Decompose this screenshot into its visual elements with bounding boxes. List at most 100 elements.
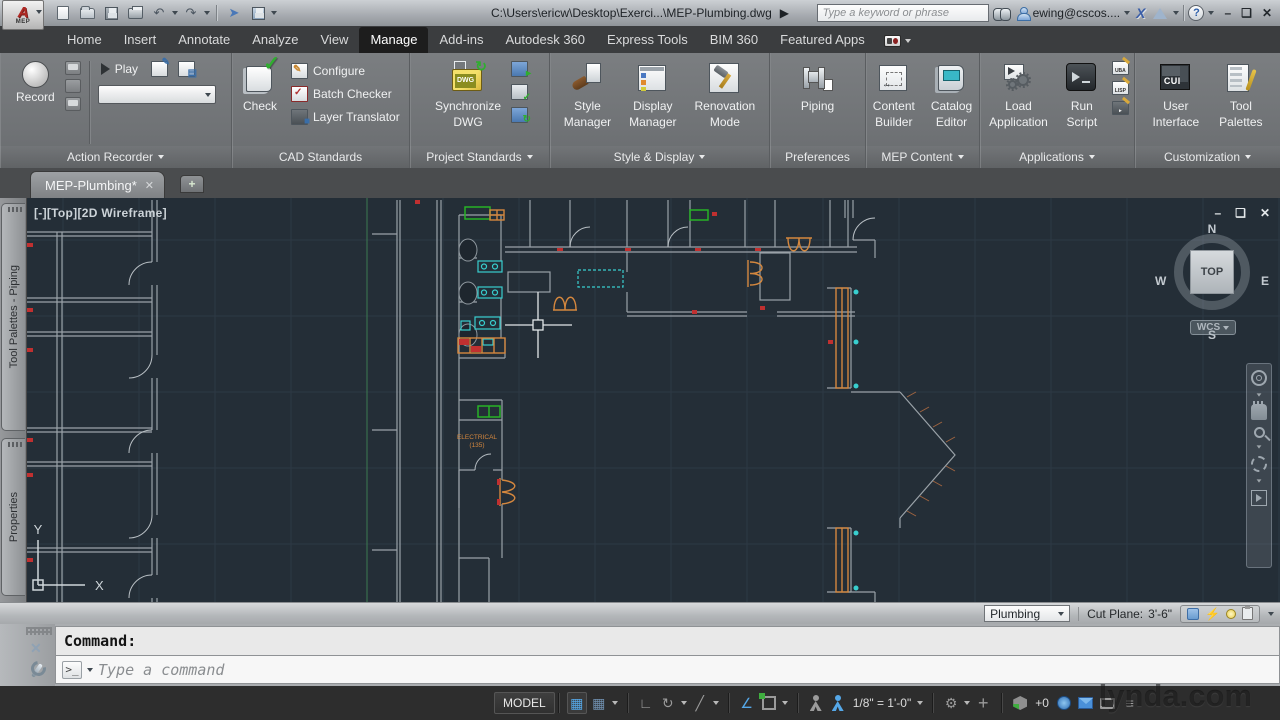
- drawing-canvas[interactable]: ELECTRICAL (135) Y X Tool Palettes - Pip…: [0, 198, 1280, 602]
- autodesk-360-icon[interactable]: [1153, 8, 1167, 19]
- steering-wheel-icon[interactable]: [1251, 370, 1267, 386]
- shaded-view-icon[interactable]: [1187, 608, 1199, 620]
- close-tab-icon[interactable]: ✕: [145, 179, 154, 192]
- panel-title-applications[interactable]: Applications: [980, 146, 1134, 168]
- tab-manage[interactable]: Manage: [359, 27, 428, 53]
- command-close-icon[interactable]: ✕: [30, 640, 42, 657]
- trusted-autodesk-message-icon[interactable]: [1076, 692, 1096, 714]
- load-application-button[interactable]: Load Application: [985, 59, 1052, 131]
- pan-icon[interactable]: [1251, 404, 1267, 420]
- configure-project-standards-icon[interactable]: ▸: [511, 61, 528, 77]
- tab-view[interactable]: View: [310, 27, 360, 53]
- redo-dropdown[interactable]: [204, 11, 210, 15]
- snap-dropdown-icon[interactable]: [612, 701, 618, 705]
- ribbon-display-icon[interactable]: [884, 35, 901, 47]
- view-cube[interactable]: N S W E TOP WCS: [1166, 226, 1258, 336]
- vp-close-button[interactable]: ✕: [1260, 206, 1270, 220]
- a360-dropdown[interactable]: [1173, 11, 1179, 15]
- workspace-switching-gear-icon[interactable]: ⚙: [941, 692, 961, 714]
- search-input[interactable]: [823, 7, 983, 19]
- customization-plus-icon[interactable]: +: [973, 692, 993, 714]
- qat-overflow-dropdown[interactable]: [271, 11, 277, 15]
- undo-button[interactable]: ↶: [148, 3, 170, 23]
- tab-featured-apps[interactable]: Featured Apps: [769, 27, 876, 53]
- command-drag-grip[interactable]: [26, 627, 52, 635]
- help-button[interactable]: ?: [1188, 5, 1204, 21]
- isometric-drafting-toggle[interactable]: ╱: [690, 692, 710, 714]
- polar-dropdown-icon[interactable]: [681, 701, 687, 705]
- record-button[interactable]: Record: [12, 59, 59, 106]
- preference-icon[interactable]: ✎: [151, 61, 168, 77]
- document-tab-mep-plumbing[interactable]: MEP-Plumbing* ✕: [30, 171, 165, 198]
- audit-project-icon[interactable]: ✓: [511, 84, 528, 100]
- model-space-button[interactable]: MODEL: [494, 692, 555, 714]
- play-button[interactable]: Play: [98, 61, 141, 77]
- run-vba-macro-icon[interactable]: ▸: [1112, 101, 1129, 115]
- zoom-icon[interactable]: [1254, 427, 1265, 438]
- open-file-button[interactable]: [76, 3, 98, 23]
- vba-editor-icon[interactable]: UBA: [1112, 61, 1129, 75]
- tab-analyze[interactable]: Analyze: [241, 27, 309, 53]
- viewcube-east[interactable]: E: [1261, 274, 1269, 288]
- sheet-set-button[interactable]: [247, 3, 269, 23]
- signed-in-user[interactable]: ewing@cscos....: [1033, 6, 1121, 20]
- tool-palettes-button[interactable]: Tool Palettes: [1215, 59, 1266, 131]
- vp-restore-button[interactable]: ❏: [1235, 206, 1246, 220]
- synchronize-dwg-button[interactable]: DWG↻ Synchronize DWG: [431, 59, 505, 131]
- tab-insert[interactable]: Insert: [113, 27, 168, 53]
- panel-title-action-recorder[interactable]: Action Recorder: [0, 146, 231, 168]
- live-section-icon[interactable]: ⚡: [1205, 607, 1220, 621]
- renovation-mode-button[interactable]: Renovation Mode: [691, 59, 760, 131]
- command-prompt-icon[interactable]: >_: [62, 661, 82, 679]
- configure-standards-button[interactable]: ✎ Configure: [288, 62, 403, 80]
- object-snap-toggle[interactable]: [759, 692, 779, 714]
- annotation-scale-value[interactable]: 1/8" = 1'-0": [850, 696, 915, 710]
- workspace-button[interactable]: ➤: [223, 3, 245, 23]
- save-button[interactable]: [100, 3, 122, 23]
- tab-bim-360[interactable]: BIM 360: [699, 27, 769, 53]
- catalog-editor-button[interactable]: Catalog Editor: [927, 59, 976, 131]
- exchange-apps-icon[interactable]: X: [1136, 5, 1145, 21]
- tab-annotate[interactable]: Annotate: [167, 27, 241, 53]
- insert-message-icon[interactable]: [65, 61, 81, 75]
- app-menu-button[interactable]: A MEP: [2, 0, 44, 30]
- orbit-icon[interactable]: [1251, 456, 1267, 472]
- cut-plane-display[interactable]: Cut Plane: 3'-6": [1078, 607, 1172, 621]
- style-manager-button[interactable]: Style Manager: [560, 59, 615, 131]
- navigation-bar[interactable]: [1246, 363, 1272, 568]
- macro-dropdown[interactable]: [98, 85, 216, 104]
- panel-title-customization[interactable]: Customization: [1135, 146, 1280, 168]
- help-dropdown[interactable]: [1208, 11, 1214, 15]
- tool-palettes-tab[interactable]: Tool Palettes - Piping: [1, 203, 25, 431]
- panel-title-project-standards[interactable]: Project Standards: [410, 146, 549, 168]
- command-input[interactable]: [98, 661, 1279, 679]
- close-button[interactable]: ✕: [1262, 6, 1272, 20]
- visual-lisp-icon[interactable]: LISP: [1112, 81, 1129, 95]
- isolate-objects-icon[interactable]: [1010, 692, 1030, 714]
- zoom-dropdown-icon[interactable]: [1257, 445, 1262, 448]
- new-file-button[interactable]: [52, 3, 74, 23]
- tab-express-tools[interactable]: Express Tools: [596, 27, 699, 53]
- graphics-performance-icon[interactable]: [1054, 692, 1074, 714]
- wcs-button[interactable]: WCS: [1190, 320, 1236, 335]
- isolate-objects-icon[interactable]: [1226, 609, 1236, 619]
- piping-preferences-button[interactable]: Piping: [796, 59, 840, 115]
- scale-dropdown-icon[interactable]: [917, 701, 923, 705]
- vp-status-overflow[interactable]: [1268, 612, 1274, 616]
- ribbon-display-dropdown[interactable]: [905, 39, 911, 43]
- check-standards-button[interactable]: ✓ Check: [238, 59, 282, 115]
- command-settings-wrench-icon[interactable]: [28, 662, 46, 680]
- viewcube-west[interactable]: W: [1155, 274, 1166, 288]
- search-icon[interactable]: [993, 6, 1011, 20]
- quick-properties-badge[interactable]: +0: [1032, 696, 1052, 710]
- panel-title-mep-content[interactable]: MEP Content: [866, 146, 979, 168]
- user-menu-dropdown[interactable]: [1124, 11, 1130, 15]
- display-manager-button[interactable]: Display Manager: [625, 59, 680, 131]
- tab-home[interactable]: Home: [56, 27, 113, 53]
- pause-prompt-icon[interactable]: [65, 97, 81, 111]
- vp-minimize-button[interactable]: –: [1214, 206, 1221, 220]
- batch-checker-button[interactable]: ✓ Batch Checker: [288, 85, 403, 103]
- autoscale-toggle[interactable]: [828, 692, 848, 714]
- user-interface-button[interactable]: CUI User Interface: [1148, 59, 1203, 131]
- properties-palette-tab[interactable]: Properties: [1, 438, 25, 596]
